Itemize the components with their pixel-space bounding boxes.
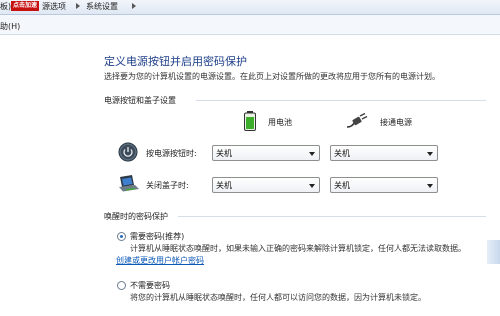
require-password-label[interactable]: 需要密码(推荐) (130, 231, 184, 242)
password-section-title: 唤醒时的密码保护 (104, 212, 168, 221)
power-button-battery-select[interactable]: 关机 (212, 145, 320, 161)
breadcrumb: 板) 点击加速 源选项 系统设置 (0, 0, 500, 15)
power-button-plugged-value: 关机 (334, 149, 350, 158)
menu-help[interactable]: 助(H) (0, 21, 20, 32)
chevron-down-icon (427, 184, 433, 188)
power-button-icon (118, 142, 138, 162)
page-description: 选择要为您的计算机设置的电源设置。在此页上对设置所做的更改将应用于您所有的电源计… (104, 72, 440, 81)
laptop-lid-icon (116, 173, 140, 193)
section-divider (196, 100, 486, 101)
chevron-down-icon (309, 184, 315, 188)
lid-close-battery-select[interactable]: 关机 (212, 177, 320, 193)
breadcrumb-item-system-settings[interactable]: 系统设置 (86, 1, 118, 12)
no-password-radio[interactable] (117, 281, 126, 290)
chevron-down-icon (309, 152, 315, 156)
require-password-radio[interactable] (117, 232, 126, 241)
menu-bar: 助(H) (0, 15, 500, 35)
lid-close-plugged-select[interactable]: 关机 (330, 177, 438, 193)
lid-close-label: 关闭盖子时: (146, 181, 189, 190)
lid-close-plugged-value: 关机 (334, 181, 350, 190)
require-password-description: 计算机从睡眠状态唤醒时，如果未输入正确的密码来解除计算机锁定，任何人都无法读取数… (130, 244, 466, 253)
battery-column-label: 用电池 (268, 118, 292, 127)
lid-close-battery-value: 关机 (216, 181, 232, 190)
change-password-link[interactable]: 创建或更改用户帐户密码 (116, 255, 204, 266)
plugged-column-label: 接通电源 (380, 118, 412, 127)
power-button-plugged-select[interactable]: 关机 (330, 145, 438, 161)
no-password-description: 将您的计算机从睡眠状态唤醒时，任何人都可以访问您的数据，因为计算机未锁定。 (130, 293, 426, 302)
power-button-label: 按电源按钮时: (146, 149, 197, 158)
power-button-battery-value: 关机 (216, 149, 232, 158)
power-section-title: 电源按钮和盖子设置 (104, 96, 176, 105)
speedup-tag[interactable]: 点击加速 (11, 1, 40, 11)
breadcrumb-separator-icon[interactable] (132, 3, 136, 9)
plug-icon (346, 112, 368, 129)
section-divider (178, 216, 486, 217)
breadcrumb-item-power-options[interactable]: 源选项 (42, 1, 66, 12)
no-password-label[interactable]: 不需要密码 (130, 280, 170, 291)
page-title: 定义电源按钮并启用密码保护 (104, 55, 247, 68)
battery-icon (244, 111, 256, 131)
breadcrumb-separator-icon[interactable] (76, 3, 80, 9)
scrollbar-edge[interactable] (487, 240, 500, 264)
breadcrumb-item-partial[interactable]: 板) (0, 1, 11, 12)
chevron-down-icon (427, 152, 433, 156)
